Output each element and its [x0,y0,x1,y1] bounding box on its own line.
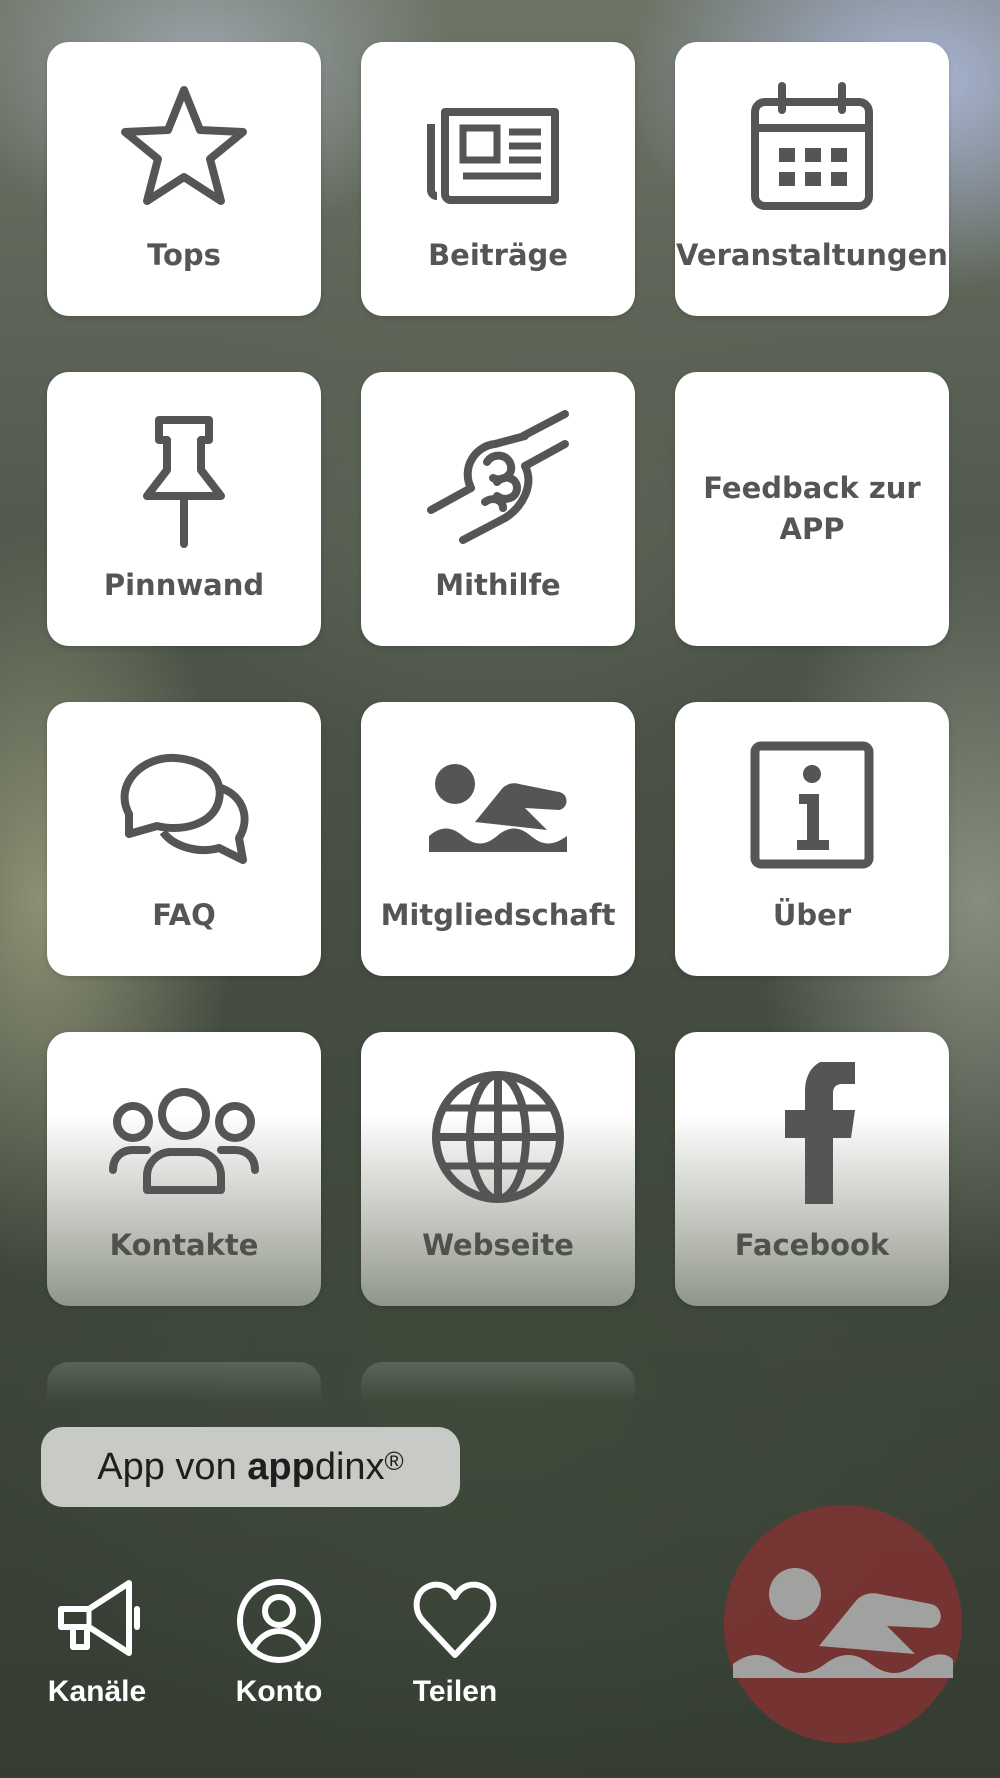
tile-webseite[interactable]: Webseite [361,1032,635,1306]
newspaper-icon [361,72,635,222]
tile-ueber[interactable]: Über [675,702,949,976]
tile-mithilfe[interactable]: Mithilfe [361,372,635,646]
account-icon [237,1579,321,1663]
tile-label: Webseite [422,1228,574,1262]
nav-konto[interactable]: Konto [219,1575,339,1709]
tile-label: FAQ [152,898,216,932]
tile-kontakte[interactable]: Kontakte [47,1032,321,1306]
tile-facebook[interactable]: Facebook [675,1032,949,1306]
globe-icon [361,1062,635,1212]
partial-tile [361,1362,635,1402]
tile-label: Veranstaltungen [676,238,948,272]
nav-label: Teilen [412,1675,498,1708]
megaphone-icon [58,1580,140,1656]
tile-label: Facebook [734,1228,890,1262]
tile-veranstaltungen[interactable]: Veranstaltungen [675,42,949,316]
info-icon [675,732,949,882]
tile-label: Tops [147,238,221,272]
partial-tile [47,1362,321,1402]
tile-label: Mitgliedschaft [380,898,616,932]
tile-beitraege[interactable]: Beiträge [361,42,635,316]
people-icon [47,1062,321,1212]
pushpin-icon [47,402,321,552]
heart-icon [413,1581,497,1658]
tile-label: Mithilfe [435,568,561,602]
tile-faq[interactable]: FAQ [47,702,321,976]
brand-rest: dinx [314,1445,385,1488]
tile-label: Pinnwand [103,568,265,602]
tile-label: Beiträge [428,238,568,272]
star-icon [47,72,321,222]
brand-prefix: App von [97,1445,248,1488]
swimmer-icon [361,732,635,882]
tile-label: Feedback zur APP [703,471,921,546]
facebook-icon [675,1062,949,1212]
tile-mitgliedschaft[interactable]: Mitgliedschaft [361,702,635,976]
tile-label: Kontakte [109,1228,259,1262]
nav-teilen[interactable]: Teilen [395,1575,515,1709]
handshake-icon [361,402,635,552]
chat-bubbles-icon [47,732,321,882]
tile-pinnwand[interactable]: Pinnwand [47,372,321,646]
tile-tops[interactable]: Tops [47,42,321,316]
swimmer-icon [733,1568,953,1678]
appdinx-badge[interactable]: App von app dinx ® [41,1427,460,1507]
tile-label: Über [772,898,852,932]
nav-label: Kanäle [47,1675,147,1708]
nav-kanaele[interactable]: Kanäle [37,1575,157,1709]
tile-feedback[interactable]: Feedback zur APP [675,372,949,646]
brand-mark: ® [384,1445,404,1476]
fab-swim-button[interactable] [724,1505,962,1743]
brand-bold: app [247,1445,315,1488]
calendar-icon [675,72,949,222]
nav-label: Konto [235,1675,323,1708]
